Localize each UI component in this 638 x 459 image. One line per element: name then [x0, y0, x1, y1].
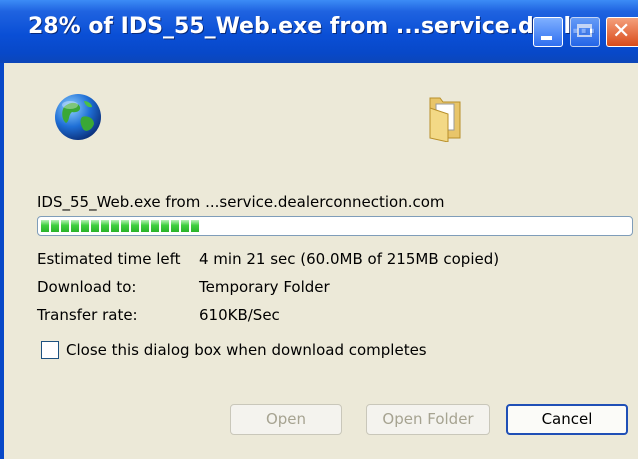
estimated-time-value: 4 min 21 sec (60.0MB of 215MB copied): [199, 250, 500, 268]
progress-segment: [91, 220, 99, 232]
progress-segment: [121, 220, 129, 232]
progress-segment: [141, 220, 149, 232]
progress-segment: [191, 220, 199, 232]
progress-segment: [131, 220, 139, 232]
folder-icon: [429, 97, 461, 142]
minimize-button[interactable]: [533, 17, 563, 47]
window-title: 28% of IDS_55_Web.exe from ...service.de…: [28, 14, 597, 39]
close-when-done-checkbox[interactable]: [41, 341, 59, 359]
transfer-rate-value: 610KB/Sec: [199, 306, 280, 324]
progress-segment: [51, 220, 59, 232]
progress-segment: [171, 220, 179, 232]
progress-segment: [101, 220, 109, 232]
transfer-rate-label: Transfer rate:: [37, 306, 138, 324]
close-icon: ✕: [612, 19, 631, 44]
minimize-icon: [541, 36, 552, 40]
open-folder-button[interactable]: Open Folder: [366, 404, 490, 435]
open-button[interactable]: Open: [230, 404, 342, 435]
estimated-time-label: Estimated time left: [37, 250, 181, 268]
download-to-value: Temporary Folder: [199, 278, 330, 296]
progress-segment: [81, 220, 89, 232]
title-bar[interactable]: 28% of IDS_55_Web.exe from ...service.de…: [0, 0, 638, 63]
close-when-done-label[interactable]: Close this dialog box when download comp…: [66, 341, 427, 359]
download-dialog: 28% of IDS_55_Web.exe from ...service.de…: [0, 0, 638, 459]
maximize-button[interactable]: [570, 17, 600, 47]
download-to-label: Download to:: [37, 278, 137, 296]
progress-segment: [71, 220, 79, 232]
progress-segment: [151, 220, 159, 232]
progress-segment: [111, 220, 119, 232]
download-source: IDS_55_Web.exe from ...service.dealercon…: [37, 193, 445, 211]
close-button[interactable]: ✕: [606, 17, 638, 47]
globe-icon: [55, 94, 101, 140]
progress-fill: [41, 220, 201, 232]
progress-segment: [181, 220, 189, 232]
cancel-button[interactable]: Cancel: [506, 404, 628, 435]
window-border: [0, 63, 4, 459]
progress-segment: [41, 220, 49, 232]
progress-segment: [161, 220, 169, 232]
maximize-icon: [577, 24, 592, 37]
progress-segment: [61, 220, 69, 232]
download-progress-bar: [37, 216, 633, 236]
